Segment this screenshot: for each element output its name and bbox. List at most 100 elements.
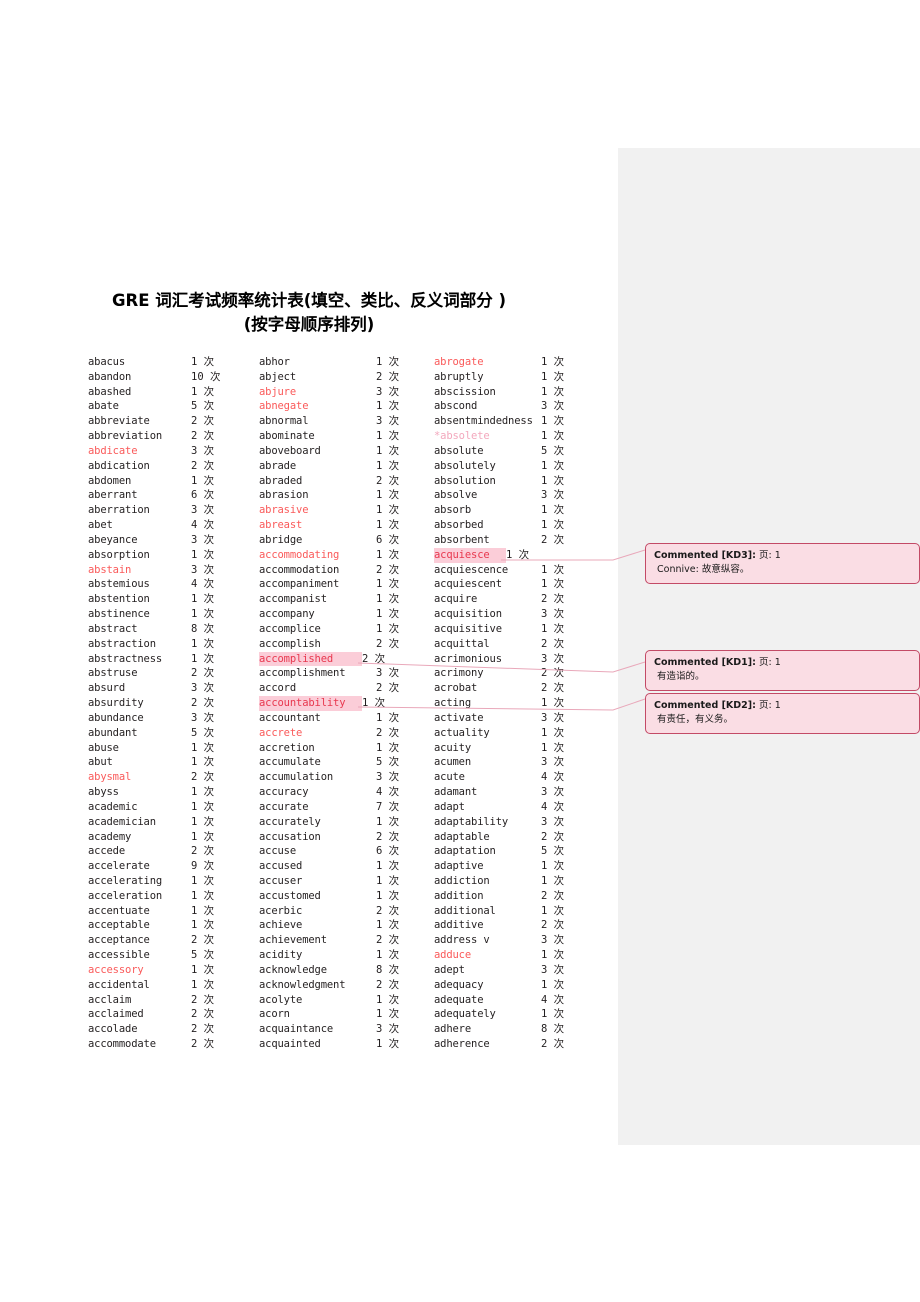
vocabulary-frequency: 1 次 [541,504,565,517]
vocabulary-frequency: 4 次 [541,800,565,813]
vocabulary-row: accessible 5 次 [88,948,259,963]
vocabulary-term: achieve [259,919,303,932]
vocabulary-columns: abacus 1 次 abandon 10 次 abashed 1 次 abate 5 次 ab… [88,355,618,1052]
vocabulary-frequency: 4 次 [541,993,565,1006]
comment-body-kd2: 有责任，有义务。 [657,714,734,725]
vocabulary-row: abhor 1 次 [259,355,434,370]
vocabulary-term: abuse [88,741,119,754]
vocabulary-row: adequate 4 次 [434,993,618,1008]
vocabulary-frequency: 2 次 [191,845,215,858]
vocabulary-row: adaptable 2 次 [434,830,618,845]
vocabulary-row: adaptation 5 次 [434,844,618,859]
vocabulary-term: acerbic [259,904,303,917]
vocabulary-frequency: 1 次 [376,815,400,828]
vocabulary-row: accidental 1 次 [88,978,259,993]
comment-anchor-word[interactable]: accountability 1 次 [259,696,434,711]
comment-balloon-kd1[interactable]: Commented [KD1]: 页: 1 有造诣的。 [645,650,920,691]
comment-anchor-word[interactable]: accomplished 2 次 [259,651,434,667]
vocabulary-term: accomplishment [259,667,346,680]
comment-balloon-kd2[interactable]: Commented [KD2]: 页: 1 有责任，有义务。 [645,693,920,734]
vocabulary-frequency: 5 次 [191,949,215,962]
vocabulary-frequency: 3 次 [541,400,565,413]
vocabulary-frequency: 1 次 [191,889,215,902]
vocabulary-frequency: 3 次 [541,963,565,976]
vocabulary-frequency: 3 次 [376,1023,400,1036]
vocabulary-frequency: 4 次 [191,519,215,532]
vocabulary-term: absentmindedness [434,415,533,428]
vocabulary-frequency: 1 次 [541,904,565,917]
vocabulary-row: additional 1 次 [434,904,618,919]
vocabulary-frequency: 3 次 [541,815,565,828]
vocabulary-term: accessory [88,963,144,976]
vocabulary-frequency: 1 次 [191,815,215,828]
vocabulary-term: abridge [259,533,303,546]
vocabulary-frequency: 3 次 [541,756,565,769]
vocabulary-term: addition [434,889,484,902]
comment-balloon-kd3[interactable]: Commented [KD3]: 页: 1 Connive: 故意纵容。 [645,543,920,584]
vocabulary-frequency: 2 次 [541,830,565,843]
vocabulary-term: adequate [434,993,484,1006]
vocabulary-row: adduce 1 次 [434,948,618,963]
vocabulary-frequency: 1 次 [191,786,215,799]
vocabulary-term: abandon [88,370,132,383]
vocabulary-term: absolution [434,474,496,487]
vocabulary-term: accused [259,860,303,873]
vocabulary-frequency: 2 次 [191,771,215,784]
vocabulary-row: abnormal 3 次 [259,414,434,429]
vocabulary-row: addition 2 次 [434,889,618,904]
vocabulary-row: absurdity 2 次 [88,696,259,711]
vocabulary-frequency: 1 次 [376,504,400,517]
vocabulary-frequency: 1 次 [191,978,215,991]
vocabulary-frequency: 10 次 [191,370,221,383]
vocabulary-term: absorbed [434,519,484,532]
comment-margin-panel [618,148,920,1145]
vocabulary-term: abrade [259,459,297,472]
vocabulary-frequency: 1 次 [191,637,215,650]
vocabulary-term: abbreviation [88,430,163,443]
vocabulary-row: accumulate 5 次 [259,755,434,770]
vocabulary-row: accuracy 4 次 [259,785,434,800]
vocabulary-row: accelerating 1 次 [88,874,259,889]
vocabulary-term: acclaimed [88,1008,144,1021]
vocabulary-frequency: 3 次 [541,934,565,947]
vocabulary-frequency: 1 次 [376,1008,400,1021]
vocabulary-frequency: 1 次 [376,548,400,561]
vocabulary-row: abnegate 1 次 [259,399,434,414]
vocabulary-row: addiction 1 次 [434,874,618,889]
vocabulary-row: abdication 2 次 [88,459,259,474]
vocabulary-row: accessory 1 次 [88,963,259,978]
vocabulary-frequency: 4 次 [376,786,400,799]
vocabulary-frequency: 3 次 [376,667,400,680]
vocabulary-row: acerbic 2 次 [259,904,434,919]
vocabulary-frequency: 1 次 [376,444,400,457]
vocabulary-term: adherence [434,1038,490,1051]
vocabulary-row: absorbed 1 次 [434,518,618,533]
vocabulary-row: acrimonious 3 次 [434,652,618,667]
vocabulary-row: acting 1 次 [434,696,618,711]
vocabulary-row: accomplice 1 次 [259,622,434,637]
vocabulary-term: abjure [259,385,297,398]
vocabulary-row: abuse 1 次 [88,741,259,756]
vocabulary-term: abundance [88,711,144,724]
vocabulary-term: adduce [434,949,472,962]
vocabulary-frequency: 2 次 [191,1038,215,1051]
vocabulary-row: aboveboard 1 次 [259,444,434,459]
vocabulary-frequency: 1 次 [376,489,400,502]
vocabulary-row: accumulation 3 次 [259,770,434,785]
vocabulary-term: abeyance [88,533,138,546]
vocabulary-frequency: 1 次 [191,963,215,976]
vocabulary-frequency: 1 次 [541,578,565,591]
vocabulary-term: accompaniment [259,578,340,591]
vocabulary-column-1: abacus 1 次 abandon 10 次 abashed 1 次 abate 5 次 ab… [88,355,259,1052]
comment-anchor-word[interactable]: acquiesce 1 次 [434,547,618,563]
vocabulary-frequency: 2 次 [376,830,400,843]
vocabulary-term: acquainted [259,1038,321,1051]
vocabulary-row: abrasion 1 次 [259,488,434,503]
vocabulary-frequency: 5 次 [541,444,565,457]
vocabulary-frequency: 2 次 [191,934,215,947]
vocabulary-row: additive 2 次 [434,918,618,933]
vocabulary-term: acrimony [434,667,484,680]
vocabulary-row: abstain 3 次 [88,563,259,578]
vocabulary-term: abdication [88,459,150,472]
vocabulary-frequency: 8 次 [191,622,215,635]
